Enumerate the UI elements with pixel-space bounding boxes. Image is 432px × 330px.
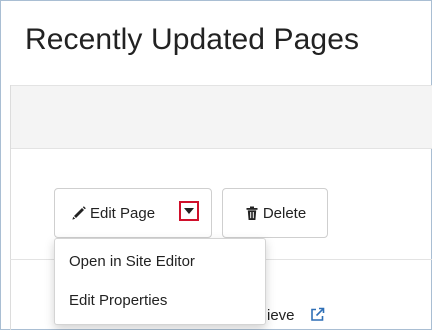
content-left-divider xyxy=(10,85,11,330)
edit-page-dropdown-toggle[interactable] xyxy=(179,201,199,221)
delete-button[interactable]: Delete xyxy=(222,188,328,238)
menu-item-open-in-site-editor[interactable]: Open in Site Editor xyxy=(69,253,195,270)
pencil-icon xyxy=(71,205,87,221)
edit-page-label: Edit Page xyxy=(90,204,156,222)
page-row-title-visible[interactable]: ieve xyxy=(267,307,295,324)
menu-item-edit-properties[interactable]: Edit Properties xyxy=(69,292,167,309)
caret-down-icon xyxy=(184,208,194,214)
external-link-icon[interactable] xyxy=(309,306,326,323)
recent-pages-panel: Recently Updated Pages Edit Page Delete … xyxy=(0,0,432,330)
panel-title: Recently Updated Pages xyxy=(25,23,360,56)
trash-icon xyxy=(244,205,260,221)
panel-header-band xyxy=(10,85,432,149)
edit-page-dropdown-menu: Open in Site Editor Edit Properties xyxy=(54,238,266,325)
delete-label: Delete xyxy=(262,204,307,222)
